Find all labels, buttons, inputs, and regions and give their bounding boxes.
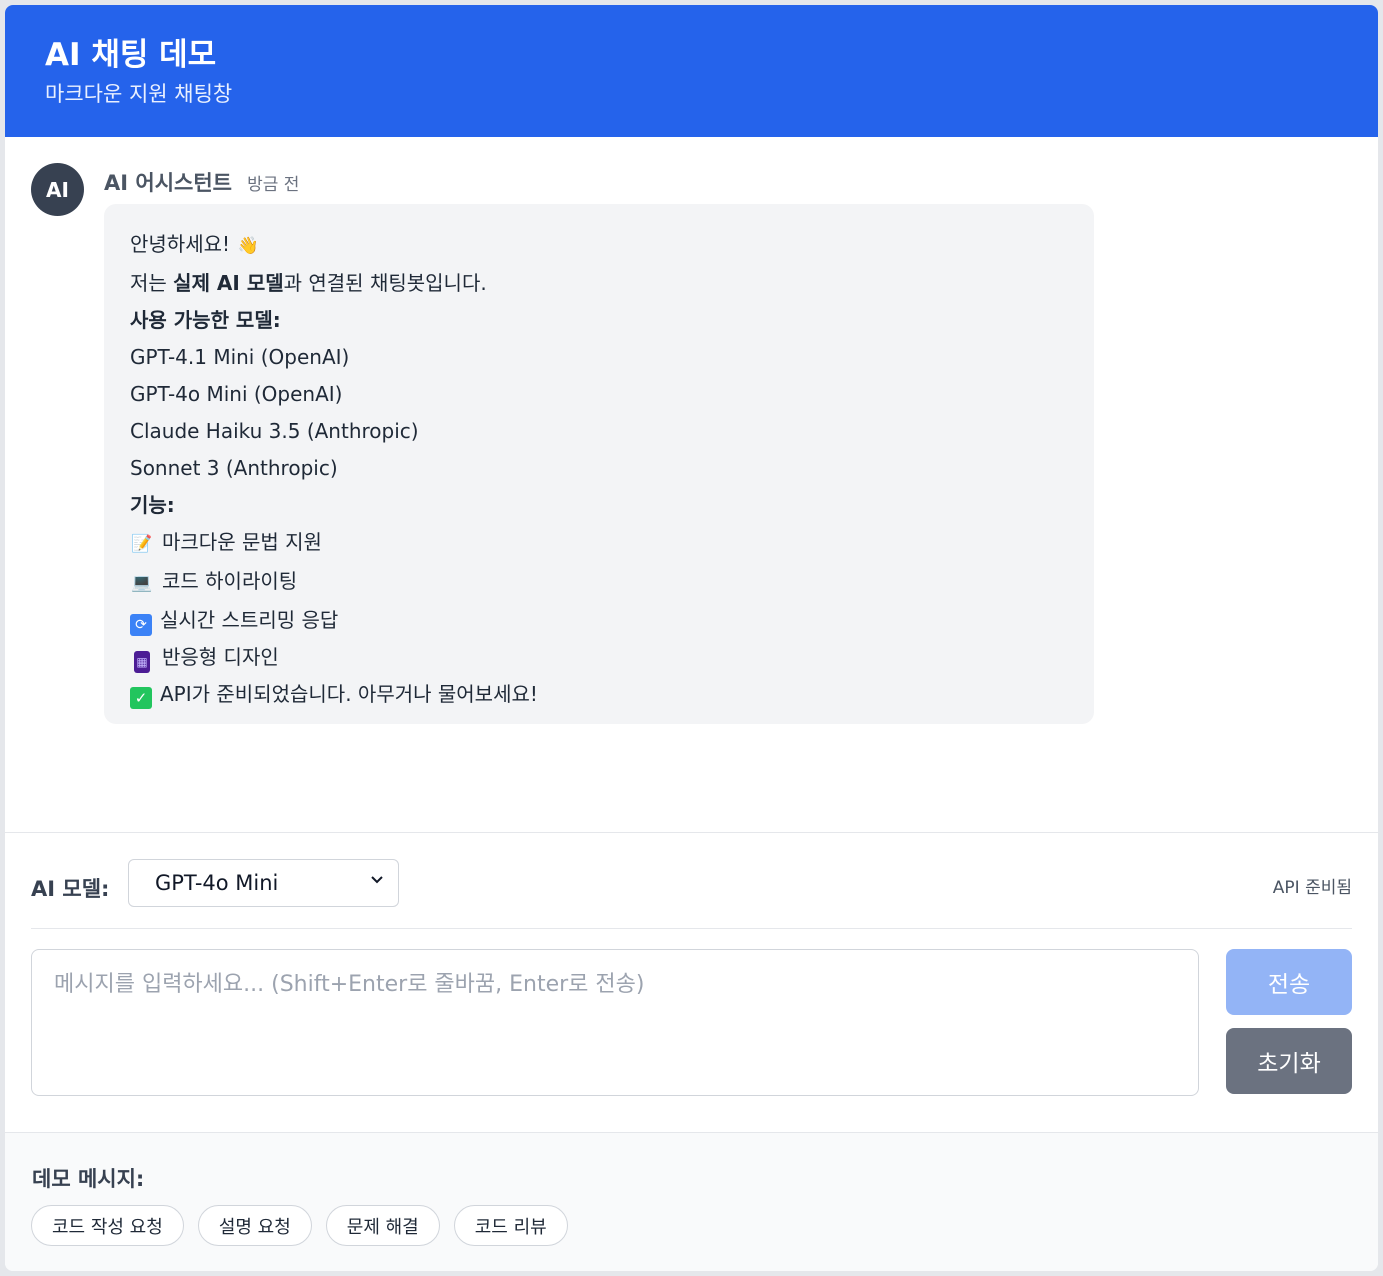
api-status: API 준비됨 bbox=[1272, 878, 1352, 898]
message-header: AI 어시스턴트 방금 전 bbox=[104, 167, 299, 197]
feature-label: 실시간 스트리밍 응답 bbox=[160, 608, 339, 632]
model-item: Claude Haiku 3.5 (Anthropic) bbox=[130, 419, 419, 443]
chevron-down-icon bbox=[370, 870, 384, 894]
page-subtitle: 마크다운 지원 채팅창 bbox=[45, 82, 233, 106]
model-label: AI 모델: bbox=[31, 877, 110, 901]
demo-chip-explain-request[interactable]: 설명 요청 bbox=[197, 1205, 312, 1246]
feature-item: ⟳ 실시간 스트리밍 응답 bbox=[130, 602, 1068, 639]
feature-label: 마크다운 문법 지원 bbox=[162, 530, 322, 554]
demo-chips: 코드 작성 요청 설명 요청 문제 해결 코드 리뷰 bbox=[31, 1205, 568, 1246]
feature-item: 💻 코드 하이라이팅 bbox=[130, 563, 1068, 602]
demo-chip-code-request[interactable]: 코드 작성 요청 bbox=[31, 1205, 184, 1246]
model-select-value: GPT-4o Mini bbox=[155, 871, 279, 895]
feature-label: 반응형 디자인 bbox=[162, 645, 279, 669]
greeting-text: 안녕하세요! bbox=[130, 232, 231, 256]
message-input[interactable]: 메시지를 입력하세요... (Shift+Enter로 줄바꿈, Enter로 … bbox=[31, 949, 1199, 1096]
greeting-line: 안녕하세요! 👋 bbox=[130, 226, 1068, 265]
feature-item: ▦ 반응형 디자인 bbox=[130, 639, 1068, 676]
model-item: Sonnet 3 (Anthropic) bbox=[130, 456, 338, 480]
intro-bold-text: 실제 AI 모델 bbox=[173, 271, 284, 295]
models-heading-text: 사용 가능한 모델: bbox=[130, 308, 281, 332]
model-select[interactable]: GPT-4o Mini bbox=[128, 859, 399, 907]
message-input-placeholder: 메시지를 입력하세요... (Shift+Enter로 줄바꿈, Enter로 … bbox=[54, 972, 645, 997]
intro-text: 저는 bbox=[130, 271, 174, 295]
memo-icon: 📝 bbox=[131, 534, 153, 554]
model-item: GPT-4o Mini (OpenAI) bbox=[130, 382, 343, 406]
input-area: AI 모델: GPT-4o Mini API 준비됨 메시지를 입력하세요...… bbox=[5, 832, 1378, 1132]
avatar: AI bbox=[31, 163, 84, 216]
intro-text-end: 과 연결된 채팅봇입니다. bbox=[283, 271, 487, 295]
feature-item: 📝 마크다운 문법 지원 bbox=[130, 524, 1068, 563]
sender-name: AI 어시스턴트 bbox=[104, 171, 232, 195]
model-item: GPT-4.1 Mini (OpenAI) bbox=[130, 345, 350, 369]
demo-messages: 데모 메시지: 코드 작성 요청 설명 요청 문제 해결 코드 리뷰 bbox=[5, 1132, 1378, 1271]
chat-app: AI 채팅 데모 마크다운 지원 채팅창 AI AI 어시스턴트 방금 전 안녕… bbox=[5, 5, 1378, 1271]
refresh-icon: ⟳ bbox=[130, 614, 152, 636]
message-time: 방금 전 bbox=[247, 175, 300, 195]
features-heading: 기능: bbox=[130, 487, 1068, 524]
ready-text: API가 준비되었습니다. 아무거나 물어보세요! bbox=[160, 682, 538, 706]
laptop-icon: 💻 bbox=[131, 573, 153, 593]
feature-label: 코드 하이라이팅 bbox=[162, 569, 298, 593]
demo-chip-code-review[interactable]: 코드 리뷰 bbox=[453, 1205, 568, 1246]
chat-messages[interactable]: AI AI 어시스턴트 방금 전 안녕하세요! 👋 저는 실제 AI 모델과 연결… bbox=[5, 137, 1378, 832]
waving-hand-icon: 👋 bbox=[237, 236, 259, 256]
intro-line: 저는 실제 AI 모델과 연결된 채팅봇입니다. bbox=[130, 265, 1068, 302]
models-heading: 사용 가능한 모델: bbox=[130, 302, 1068, 339]
check-mark-icon: ✓ bbox=[130, 687, 152, 709]
mobile-phone-icon: ▦ bbox=[134, 651, 150, 673]
ready-line: ✓ API가 준비되었습니다. 아무거나 물어보세요! bbox=[130, 676, 1068, 713]
message-bubble: 안녕하세요! 👋 저는 실제 AI 모델과 연결된 채팅봇입니다. 사용 가능한 … bbox=[104, 204, 1094, 724]
demo-title: 데모 메시지: bbox=[32, 1167, 145, 1191]
demo-chip-problem-solving[interactable]: 문제 해결 bbox=[325, 1205, 440, 1246]
features-heading-text: 기능: bbox=[130, 493, 175, 517]
reset-button[interactable]: 초기화 bbox=[1226, 1028, 1352, 1094]
send-button[interactable]: 전송 bbox=[1226, 949, 1352, 1015]
model-selector-row: AI 모델: GPT-4o Mini API 준비됨 bbox=[31, 859, 1352, 929]
header: AI 채팅 데모 마크다운 지원 채팅창 bbox=[5, 5, 1378, 137]
page-title: AI 채팅 데모 bbox=[45, 37, 217, 73]
